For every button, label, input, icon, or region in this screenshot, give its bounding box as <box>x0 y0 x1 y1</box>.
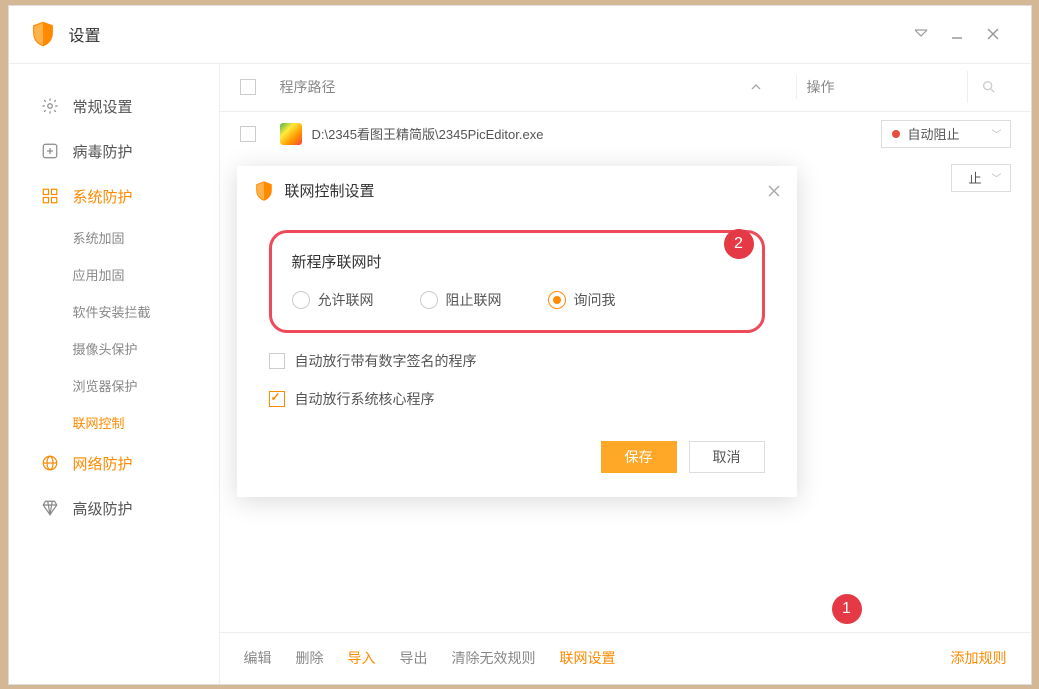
window-title: 设置 <box>69 22 903 46</box>
app-shield-icon <box>253 180 275 202</box>
action-label: 自动阻止 <box>908 124 960 143</box>
radio-label: 阻止联网 <box>446 290 502 310</box>
action-label: 止 <box>968 168 981 187</box>
sidebar-label: 系统防护 <box>73 186 133 207</box>
radio-block[interactable]: 阻止联网 <box>420 290 502 310</box>
sidebar-item-virus[interactable]: 病毒防护 <box>9 129 219 174</box>
sidebar-sub-install-block[interactable]: 软件安装拦截 <box>9 293 219 330</box>
sidebar-item-network[interactable]: 网络防护 <box>9 441 219 486</box>
status-dot-icon <box>892 130 900 138</box>
radio-icon <box>548 291 566 309</box>
sidebar-label: 高级防护 <box>73 498 133 519</box>
checkbox-icon <box>269 353 285 369</box>
annotation-badge-1: 1 <box>832 594 862 624</box>
highlighted-section: 2 新程序联网时 允许联网 阻止联网 询问我 <box>269 230 765 333</box>
globe-icon <box>41 454 59 472</box>
chevron-down-icon: ﹀ <box>992 126 1002 141</box>
radio-label: 询问我 <box>574 290 616 310</box>
app-icon <box>280 123 302 145</box>
toolbar-add-rule[interactable]: 添加规则 <box>951 648 1007 668</box>
minimize-icon[interactable] <box>939 16 975 52</box>
grid-icon <box>41 187 59 205</box>
radio-icon <box>420 291 438 309</box>
close-icon[interactable] <box>975 16 1011 52</box>
sidebar-sub-browser[interactable]: 浏览器保护 <box>9 367 219 404</box>
radio-allow[interactable]: 允许联网 <box>292 290 374 310</box>
action-select[interactable]: 止 ﹀ <box>951 164 1011 192</box>
row-path: D:\2345看图王精简版\2345PicEditor.exe <box>312 124 881 143</box>
section-title: 新程序联网时 <box>292 251 742 272</box>
toolbar-clear[interactable]: 清除无效规则 <box>452 648 536 668</box>
toolbar-export[interactable]: 导出 <box>400 648 428 668</box>
dialog-title: 联网控制设置 <box>285 180 767 201</box>
search-icon[interactable] <box>967 71 1011 103</box>
toolbar-edit[interactable]: 编辑 <box>244 648 272 668</box>
row-checkbox[interactable] <box>240 126 256 142</box>
app-shield-icon <box>29 20 57 48</box>
diamond-icon <box>41 499 59 517</box>
cancel-button[interactable]: 取消 <box>689 441 765 473</box>
dropdown-icon[interactable] <box>903 16 939 52</box>
table-header: 程序路径 操作 <box>220 64 1031 112</box>
sidebar-label: 网络防护 <box>73 453 133 474</box>
checkbox-core-programs[interactable]: 自动放行系统核心程序 <box>269 389 765 409</box>
chevron-down-icon: ﹀ <box>992 170 1002 185</box>
sidebar-sub-system-harden[interactable]: 系统加固 <box>9 219 219 256</box>
action-select[interactable]: 自动阻止 ﹀ <box>881 120 1011 148</box>
sidebar-item-system[interactable]: 系统防护 <box>9 174 219 219</box>
checkbox-icon <box>269 391 285 407</box>
select-all-checkbox[interactable] <box>240 79 256 95</box>
sidebar-label: 常规设置 <box>73 96 133 117</box>
network-settings-dialog: 联网控制设置 2 新程序联网时 允许联网 阻止联网 <box>237 166 797 497</box>
dialog-close-icon[interactable] <box>767 184 781 198</box>
bottom-toolbar: 编辑 删除 导入 导出 清除无效规则 联网设置 添加规则 <box>220 632 1031 684</box>
radio-label: 允许联网 <box>318 290 374 310</box>
toolbar-import[interactable]: 导入 <box>348 648 376 668</box>
checkbox-signed-programs[interactable]: 自动放行带有数字签名的程序 <box>269 351 765 371</box>
sidebar-item-advanced[interactable]: 高级防护 <box>9 486 219 531</box>
gear-icon <box>41 97 59 115</box>
toolbar-net-settings[interactable]: 联网设置 <box>560 648 616 668</box>
save-button[interactable]: 保存 <box>601 441 677 473</box>
annotation-badge-2: 2 <box>724 229 754 259</box>
sidebar-sub-camera[interactable]: 摄像头保护 <box>9 330 219 367</box>
checkbox-label: 自动放行系统核心程序 <box>295 389 435 409</box>
settings-window: 设置 常规设置 病毒防护 系统防护 系统加固 应用加固 <box>8 5 1032 685</box>
checkbox-label: 自动放行带有数字签名的程序 <box>295 351 477 371</box>
column-path[interactable]: 程序路径 <box>280 77 750 97</box>
table-row: D:\2345看图王精简版\2345PicEditor.exe 自动阻止 ﹀ <box>220 112 1031 156</box>
sidebar-label: 病毒防护 <box>73 141 133 162</box>
toolbar-delete[interactable]: 删除 <box>296 648 324 668</box>
radio-icon <box>292 291 310 309</box>
plus-box-icon <box>41 142 59 160</box>
sidebar-sub-network-control[interactable]: 联网控制 <box>9 404 219 441</box>
titlebar: 设置 <box>9 6 1031 64</box>
sidebar: 常规设置 病毒防护 系统防护 系统加固 应用加固 软件安装拦截 摄像头保护 浏览… <box>9 64 219 684</box>
sort-icon[interactable] <box>750 81 786 93</box>
sidebar-sub-app-harden[interactable]: 应用加固 <box>9 256 219 293</box>
radio-ask[interactable]: 询问我 <box>548 290 616 310</box>
column-operation: 操作 <box>807 77 967 97</box>
sidebar-item-general[interactable]: 常规设置 <box>9 84 219 129</box>
